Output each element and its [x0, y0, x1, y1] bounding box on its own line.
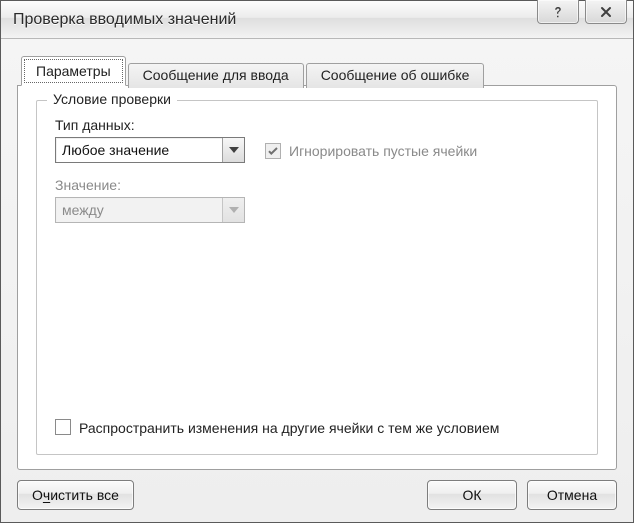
ok-button[interactable]: ОК [427, 480, 517, 510]
ignore-blank-checkbox [265, 143, 281, 159]
window-title: Проверка вводимых значений [13, 11, 537, 29]
tab-input-message[interactable]: Сообщение для ввода [128, 63, 304, 88]
value-label: Значение: [55, 177, 579, 193]
row-type: Тип данных: Любое значение [55, 117, 579, 163]
ignore-blank-label: Игнорировать пустые ячейки [289, 143, 477, 159]
tab-strip: Параметры Сообщение для ввода Сообщение … [17, 53, 617, 85]
value-combobox-value: между [56, 202, 222, 218]
clear-all-button[interactable]: Очистить все [17, 480, 134, 510]
type-combobox-value: Любое значение [56, 142, 222, 158]
clear-all-accesskey: ч [43, 487, 50, 503]
apply-others-row: Распространить изменения на другие ячейк… [55, 419, 579, 438]
check-icon [267, 145, 279, 157]
validation-group: Условие проверки Тип данных: Любое значе… [36, 100, 598, 455]
clear-all-prefix: О [32, 487, 43, 503]
apply-others-label: Распространить изменения на другие ячейк… [79, 419, 499, 438]
dialog-window: Проверка вводимых значений Параметры Соо… [0, 0, 634, 523]
tab-error-message[interactable]: Сообщение об ошибке [306, 63, 485, 88]
tab-page: Условие проверки Тип данных: Любое значе… [17, 85, 617, 470]
close-button[interactable] [585, 0, 627, 24]
type-label: Тип данных: [55, 117, 245, 133]
close-icon [599, 5, 613, 19]
type-combobox-button[interactable] [222, 138, 244, 162]
apply-others-checkbox[interactable] [55, 419, 71, 435]
type-combobox[interactable]: Любое значение [55, 137, 245, 163]
help-icon [551, 5, 565, 19]
value-combobox-button [222, 198, 244, 222]
chevron-down-icon [229, 207, 239, 213]
group-spacer [55, 231, 579, 419]
titlebar: Проверка вводимых значений [1, 1, 633, 39]
tab-parameters[interactable]: Параметры [21, 56, 126, 86]
col-type: Тип данных: Любое значение [55, 117, 245, 163]
window-buttons [537, 0, 627, 24]
dialog-footer: Очистить все ОК Отмена [17, 470, 617, 510]
chevron-down-icon [229, 147, 239, 153]
value-combobox: между [55, 197, 245, 223]
cancel-button[interactable]: Отмена [527, 480, 617, 510]
help-button[interactable] [537, 0, 579, 24]
col-value: Значение: между [55, 177, 579, 223]
group-legend: Условие проверки [47, 91, 177, 107]
client-area: Параметры Сообщение для ввода Сообщение … [1, 39, 633, 522]
ignore-blank-checkbox-row: Игнорировать пустые ячейки [265, 143, 477, 159]
clear-all-suffix: истить все [50, 487, 119, 503]
